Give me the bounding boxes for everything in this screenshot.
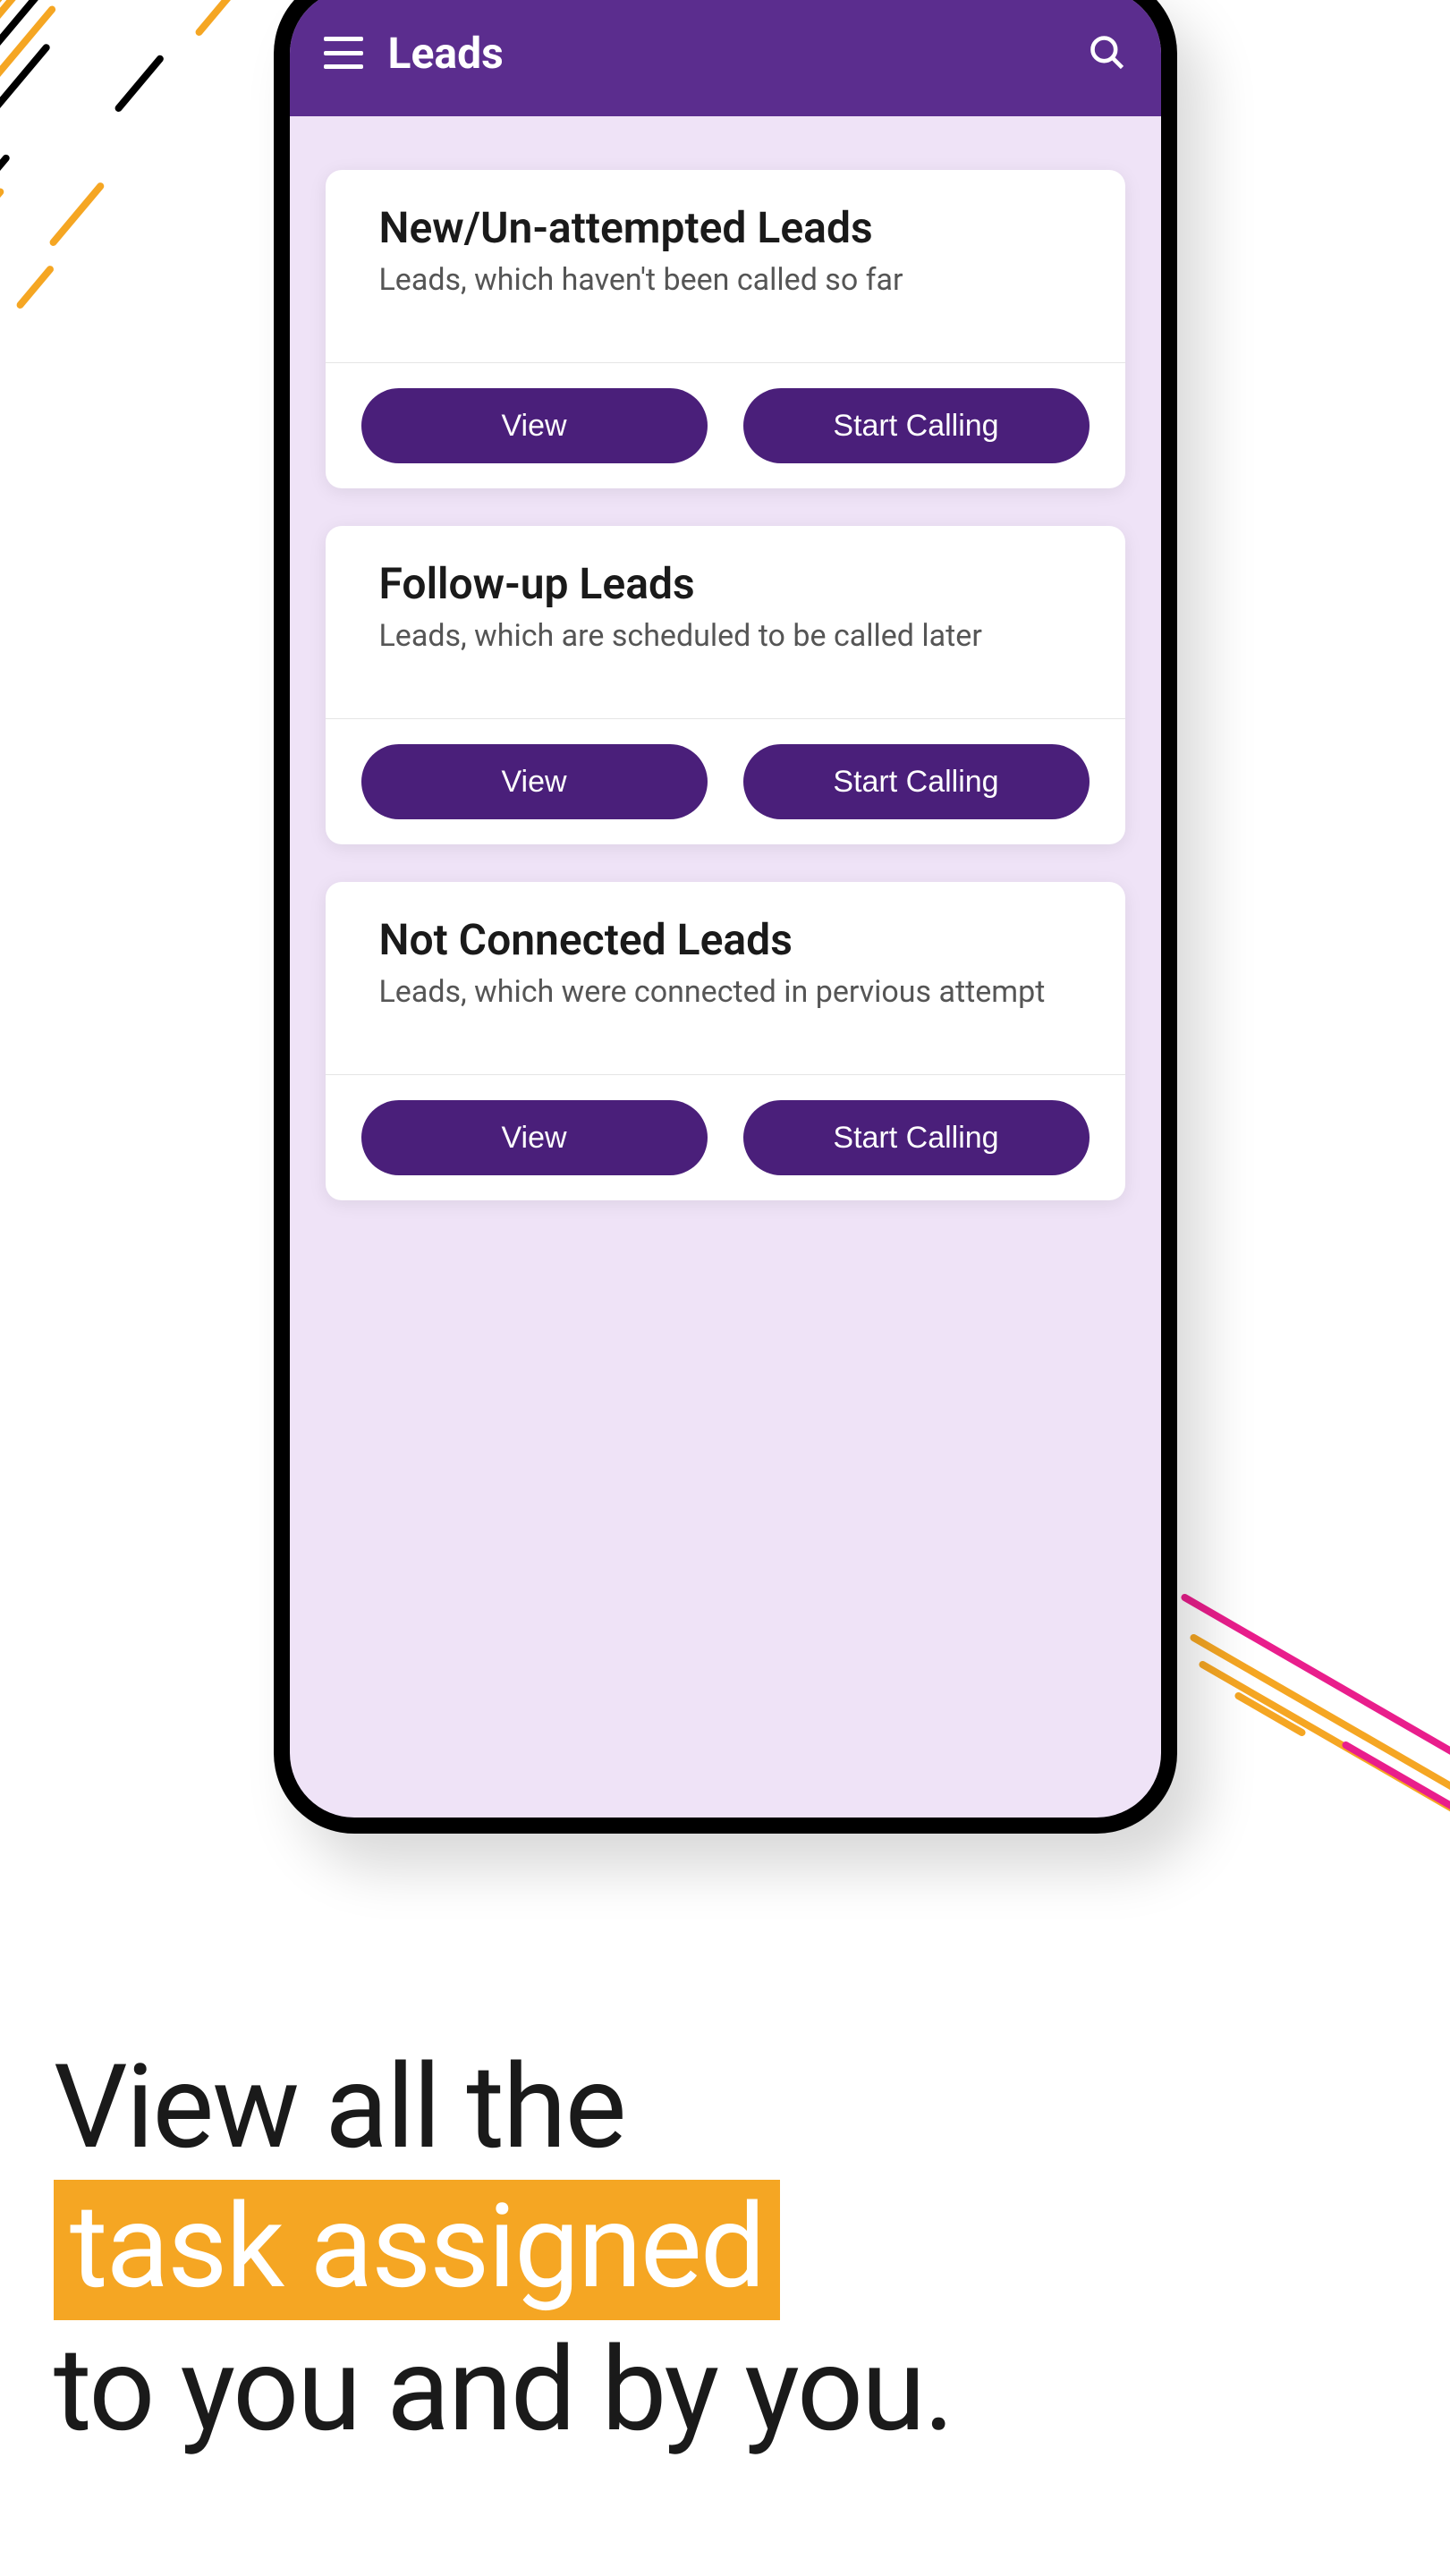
phone-frame: Leads New/Un-attempted Leads Leads, whic… bbox=[274, 0, 1177, 1834]
view-button[interactable]: View bbox=[361, 1100, 708, 1175]
lead-card-new: New/Un-attempted Leads Leads, which have… bbox=[326, 170, 1125, 488]
start-calling-button[interactable]: Start Calling bbox=[743, 744, 1090, 819]
app-header: Leads bbox=[290, 0, 1161, 116]
lead-card-followup: Follow-up Leads Leads, which are schedul… bbox=[326, 526, 1125, 844]
card-title: New/Un-attempted Leads bbox=[379, 202, 1072, 253]
card-subtitle: Leads, which are scheduled to be called … bbox=[379, 618, 1072, 654]
phone-screen: Leads New/Un-attempted Leads Leads, whic… bbox=[290, 0, 1161, 1818]
card-subtitle: Leads, which haven't been called so far bbox=[379, 262, 1072, 298]
marketing-caption: View all the task assigned to you and by… bbox=[54, 2038, 953, 2461]
content-area: New/Un-attempted Leads Leads, which have… bbox=[290, 116, 1161, 1254]
start-calling-button[interactable]: Start Calling bbox=[743, 1100, 1090, 1175]
view-button[interactable]: View bbox=[361, 388, 708, 463]
page-title: Leads bbox=[388, 28, 1063, 79]
card-title: Not Connected Leads bbox=[379, 914, 1072, 965]
card-subtitle: Leads, which were connected in pervious … bbox=[379, 974, 1072, 1010]
caption-line-3: to you and by you. bbox=[54, 2320, 953, 2460]
view-button[interactable]: View bbox=[361, 744, 708, 819]
lead-card-not-connected: Not Connected Leads Leads, which were co… bbox=[326, 882, 1125, 1200]
caption-line-1: View all the bbox=[54, 2038, 953, 2177]
card-title: Follow-up Leads bbox=[379, 558, 1072, 609]
start-calling-button[interactable]: Start Calling bbox=[743, 388, 1090, 463]
search-icon[interactable] bbox=[1088, 33, 1127, 72]
menu-icon[interactable] bbox=[324, 37, 363, 69]
caption-highlight: task assigned bbox=[54, 2180, 780, 2321]
